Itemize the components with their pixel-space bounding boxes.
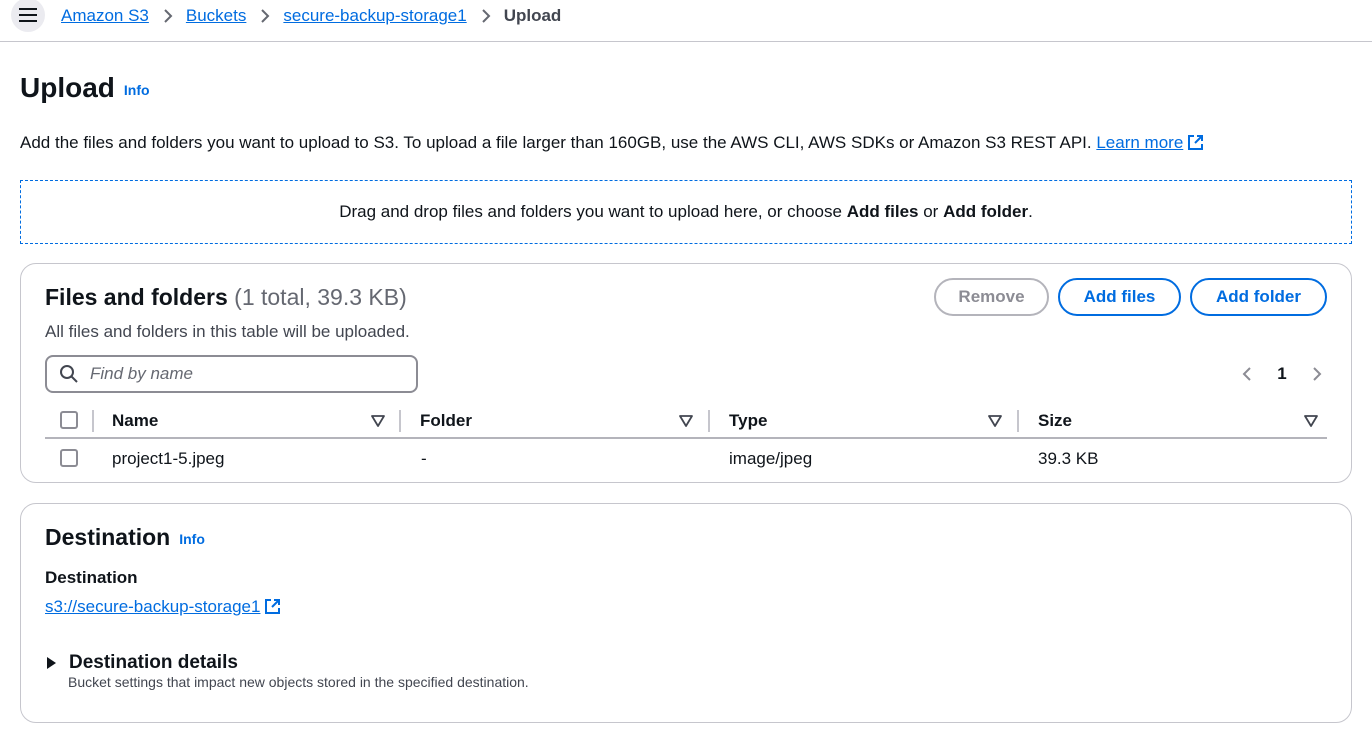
- destination-panel: Destination Info Destination s3://secure-…: [20, 503, 1352, 723]
- sort-icon[interactable]: [1304, 415, 1318, 427]
- destination-title: Destination Info: [45, 524, 205, 551]
- search-field: [45, 355, 418, 393]
- row-checkbox[interactable]: [60, 449, 78, 467]
- search-icon: [60, 365, 78, 383]
- upload-dropzone[interactable]: Drag and drop files and folders you want…: [20, 180, 1352, 244]
- column-header-type[interactable]: Type: [729, 411, 767, 431]
- table-header: Name Folder Type Size: [45, 406, 1327, 439]
- breadcrumb: Amazon S3 Buckets secure-backup-storage1…: [61, 6, 561, 26]
- destination-details-label: Destination details: [69, 652, 238, 673]
- add-files-button[interactable]: Add files: [1058, 278, 1181, 316]
- cell-size: 39.3 KB: [1038, 449, 1099, 468]
- table-row: project1-5.jpeg - image/jpeg 39.3 KB: [45, 439, 1327, 477]
- page-title: Upload Info: [20, 72, 150, 104]
- page-number[interactable]: 1: [1277, 364, 1286, 384]
- chevron-left-icon[interactable]: [1237, 364, 1257, 384]
- remove-button[interactable]: Remove: [934, 278, 1049, 316]
- add-folder-button[interactable]: Add folder: [1190, 278, 1327, 316]
- column-header-name[interactable]: Name: [112, 411, 158, 431]
- column-divider: [399, 410, 401, 432]
- column-header-folder[interactable]: Folder: [420, 411, 472, 431]
- page-description: Add the files and folders you want to up…: [20, 133, 1204, 153]
- sort-icon[interactable]: [371, 415, 385, 427]
- breadcrumb-bucket[interactable]: secure-backup-storage1: [283, 6, 466, 26]
- learn-more-label: Learn more: [1096, 133, 1184, 152]
- destination-info-link[interactable]: Info: [179, 531, 205, 547]
- dropzone-period: .: [1028, 202, 1033, 221]
- external-link-icon: [265, 599, 281, 614]
- files-panel-title: Files and folders (1 total, 39.3 KB): [45, 284, 407, 311]
- destination-label: Destination: [45, 568, 138, 587]
- cell-name: project1-5.jpeg: [112, 449, 225, 468]
- breadcrumb-current: Upload: [503, 6, 562, 25]
- breadcrumb-amazon-s3[interactable]: Amazon S3: [61, 6, 149, 26]
- column-divider: [708, 410, 710, 432]
- info-link[interactable]: Info: [124, 82, 150, 98]
- caret-right-icon: [47, 657, 56, 669]
- learn-more-link[interactable]: Learn more: [1096, 133, 1204, 152]
- dropzone-add-folder: Add folder: [943, 202, 1029, 221]
- cell-type: image/jpeg: [729, 449, 813, 468]
- files-panel-title-text: Files and folders: [45, 284, 228, 310]
- destination-title-text: Destination: [45, 524, 171, 550]
- chevron-right-icon: [163, 9, 173, 23]
- chevron-right-icon[interactable]: [1307, 364, 1327, 384]
- dropzone-or: or: [923, 202, 939, 221]
- column-divider: [1017, 410, 1019, 432]
- select-all-checkbox[interactable]: [60, 411, 78, 429]
- chevron-right-icon: [260, 9, 270, 23]
- sort-icon[interactable]: [679, 415, 693, 427]
- breadcrumb-buckets[interactable]: Buckets: [186, 6, 246, 26]
- destination-bucket-text: s3://secure-backup-storage1: [45, 597, 261, 616]
- search-input[interactable]: [90, 364, 410, 384]
- column-header-size[interactable]: Size: [1038, 411, 1072, 431]
- external-link-icon: [1188, 135, 1204, 150]
- destination-bucket-link[interactable]: s3://secure-backup-storage1: [45, 597, 281, 617]
- column-divider: [92, 410, 94, 432]
- cell-folder: -: [421, 449, 427, 468]
- top-navigation-bar: Amazon S3 Buckets secure-backup-storage1…: [0, 0, 1372, 42]
- destination-details-description: Bucket settings that impact new objects …: [68, 674, 529, 690]
- sort-icon[interactable]: [988, 415, 1002, 427]
- files-panel-count: (1 total, 39.3 KB): [234, 284, 407, 310]
- dropzone-text: Drag and drop files and folders you want…: [339, 202, 842, 221]
- dropzone-add-files: Add files: [846, 202, 919, 221]
- page-title-text: Upload: [20, 72, 115, 103]
- pagination: 1: [1237, 362, 1327, 386]
- page-description-text: Add the files and folders you want to up…: [20, 133, 1092, 152]
- destination-details-expander[interactable]: Destination details: [45, 652, 238, 674]
- files-and-folders-panel: Files and folders (1 total, 39.3 KB) All…: [20, 263, 1352, 483]
- menu-icon[interactable]: [11, 0, 45, 32]
- files-panel-subtitle: All files and folders in this table will…: [45, 322, 410, 341]
- chevron-right-icon: [481, 9, 491, 23]
